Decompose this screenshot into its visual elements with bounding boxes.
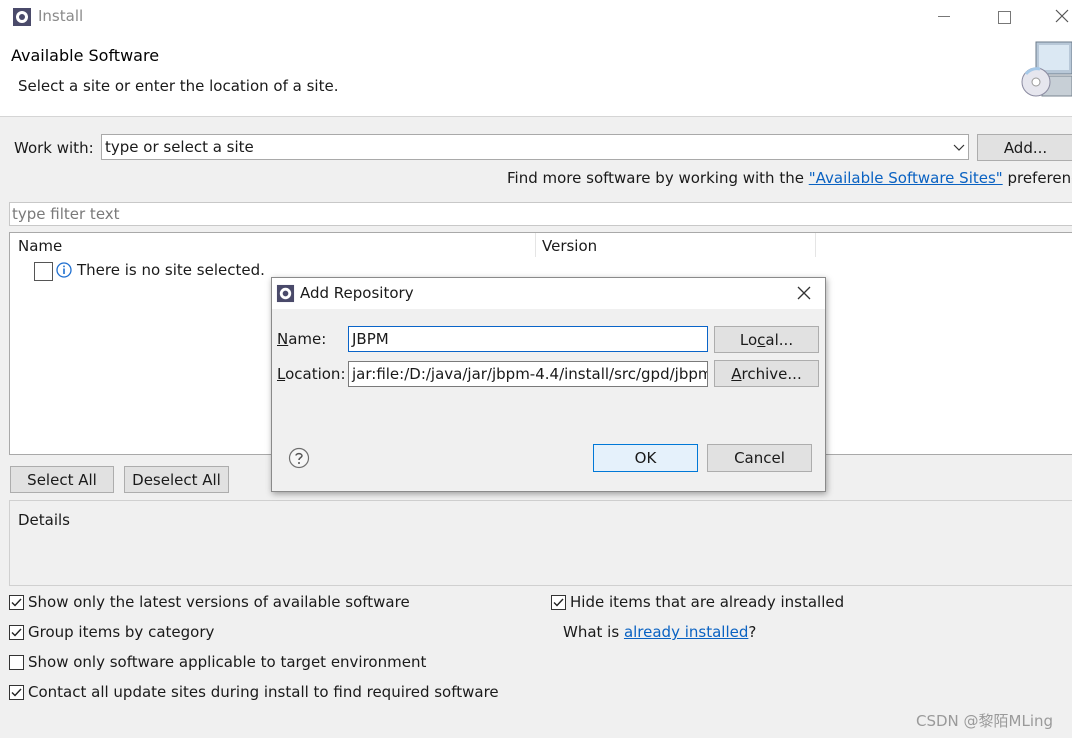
what-is-prefix: What is bbox=[563, 623, 624, 641]
add-site-button[interactable]: Add... bbox=[977, 134, 1072, 161]
checkmark-icon bbox=[11, 598, 22, 607]
window-title-bar bbox=[0, 0, 1072, 34]
tree-item-checkbox[interactable] bbox=[34, 262, 53, 281]
find-more-suffix: preferences. bbox=[1007, 169, 1072, 187]
page-title: Available Software bbox=[11, 46, 160, 65]
wizard-header bbox=[0, 34, 1072, 117]
contact-sites-label: Contact all update sites during install … bbox=[28, 683, 499, 701]
archive-mnemonic: A bbox=[731, 364, 742, 383]
contact-sites-checkbox[interactable] bbox=[9, 684, 24, 700]
checkmark-icon bbox=[553, 598, 564, 607]
eclipse-app-icon bbox=[13, 8, 31, 26]
option-contact-sites[interactable]: Contact all update sites during install … bbox=[9, 683, 499, 701]
what-is-suffix: ? bbox=[748, 623, 757, 641]
help-icon[interactable] bbox=[288, 447, 310, 469]
maximize-icon[interactable] bbox=[998, 11, 1011, 24]
available-software-sites-link[interactable]: "Available Software Sites" bbox=[809, 169, 1003, 187]
local-pre: Lo bbox=[739, 330, 758, 349]
hide-installed-label: Hide items that are already installed bbox=[570, 593, 845, 611]
ok-button[interactable]: OK bbox=[593, 444, 698, 472]
computer-cd-icon bbox=[1021, 41, 1072, 97]
local-mnemonic: c bbox=[757, 330, 766, 349]
close-icon[interactable] bbox=[1052, 6, 1072, 26]
find-more-text: Find more software by working with the "… bbox=[507, 169, 1072, 187]
checkmark-icon bbox=[11, 688, 22, 697]
deselect-all-button[interactable]: Deselect All bbox=[124, 466, 229, 493]
local-button[interactable]: Lo c al... bbox=[714, 326, 819, 353]
work-with-label: Work with: bbox=[14, 139, 94, 157]
chevron-down-icon[interactable] bbox=[952, 140, 966, 154]
eclipse-app-icon bbox=[276, 284, 295, 303]
details-label: Details bbox=[14, 511, 75, 529]
group-by-category-label: Group items by category bbox=[28, 623, 215, 641]
info-icon bbox=[56, 262, 72, 278]
show-latest-checkbox[interactable] bbox=[9, 594, 24, 610]
watermark-text: CSDN @黎陌MLing bbox=[916, 712, 1054, 730]
show-applicable-checkbox[interactable] bbox=[9, 654, 24, 670]
name-label-rest: ame: bbox=[288, 330, 327, 348]
show-latest-label: Show only the latest versions of availab… bbox=[28, 593, 410, 611]
column-divider[interactable] bbox=[535, 233, 536, 257]
what-is-installed-text: What is already installed? bbox=[563, 623, 756, 641]
checkbox-box bbox=[9, 654, 24, 670]
location-label: Location: bbox=[277, 365, 346, 383]
dialog-title: Add Repository bbox=[300, 284, 414, 302]
work-with-value: type or select a site bbox=[105, 138, 254, 156]
location-label-rest: ocation: bbox=[285, 365, 346, 383]
filter-placeholder: type filter text bbox=[12, 205, 120, 223]
window-title: Install bbox=[38, 7, 84, 25]
find-more-prefix: Find more software by working with the bbox=[507, 169, 809, 187]
repository-name-input[interactable]: JBPM bbox=[348, 326, 708, 352]
column-header-version[interactable]: Version bbox=[542, 237, 597, 255]
archive-post: rchive... bbox=[741, 364, 802, 383]
archive-button[interactable]: Archive... bbox=[714, 360, 819, 387]
group-by-category-checkbox[interactable] bbox=[9, 624, 24, 640]
filter-input[interactable] bbox=[9, 202, 1072, 226]
local-post: al... bbox=[765, 330, 794, 349]
option-hide-installed[interactable]: Hide items that are already installed bbox=[551, 593, 844, 611]
repository-location-input[interactable]: jar:file:/D:/java/jar/jbpm-4.4/install/s… bbox=[348, 361, 708, 387]
already-installed-link[interactable]: already installed bbox=[624, 623, 748, 641]
cancel-button[interactable]: Cancel bbox=[707, 444, 812, 472]
tree-empty-message: There is no site selected. bbox=[77, 261, 265, 279]
show-applicable-label: Show only software applicable to target … bbox=[28, 653, 427, 671]
location-mnemonic: L bbox=[277, 365, 286, 383]
option-group-by-category[interactable]: Group items by category bbox=[9, 623, 214, 641]
select-all-button[interactable]: Select All bbox=[10, 466, 114, 493]
column-divider[interactable] bbox=[815, 233, 816, 257]
details-group bbox=[9, 500, 1072, 586]
checkmark-icon bbox=[11, 628, 22, 637]
close-icon[interactable] bbox=[794, 283, 814, 303]
column-header-name[interactable]: Name bbox=[18, 237, 62, 255]
name-mnemonic: N bbox=[277, 330, 289, 348]
name-label: Name: bbox=[277, 330, 326, 348]
hide-installed-checkbox[interactable] bbox=[551, 594, 566, 610]
option-show-latest[interactable]: Show only the latest versions of availab… bbox=[9, 593, 410, 611]
option-show-applicable[interactable]: Show only software applicable to target … bbox=[9, 653, 426, 671]
page-subtitle: Select a site or enter the location of a… bbox=[18, 77, 339, 95]
minimize-icon[interactable] bbox=[938, 16, 950, 17]
